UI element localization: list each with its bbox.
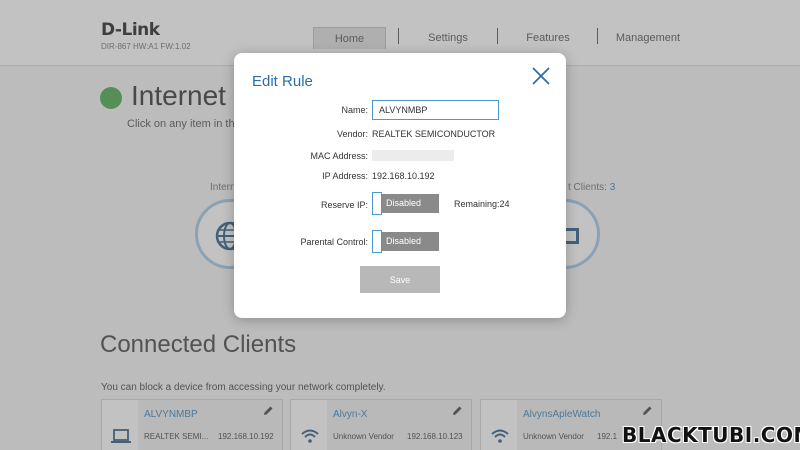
reserve-ip-toggle[interactable]: Disabled — [372, 192, 439, 215]
ip-label: IP Address: — [322, 171, 368, 181]
site-watermark: BLACKTUBI.COM — [622, 423, 800, 447]
reserve-ip-label: Reserve IP: — [320, 200, 368, 210]
ip-value: 192.168.10.192 — [372, 171, 435, 181]
toggle-knob — [372, 192, 382, 215]
close-icon[interactable] — [530, 65, 552, 87]
remaining-count: Remaining:24 — [454, 199, 510, 209]
dialog-title: Edit Rule — [252, 73, 313, 90]
parental-control-toggle[interactable]: Disabled — [372, 230, 439, 253]
name-label: Name: — [341, 105, 368, 115]
mac-address-redacted — [372, 150, 454, 161]
name-field[interactable] — [372, 100, 499, 120]
edit-rule-dialog: Edit Rule Name: Vendor: REALTEK SEMICOND… — [234, 53, 566, 318]
parental-control-label: Parental Control: — [300, 237, 368, 247]
save-button[interactable]: Save — [360, 266, 440, 293]
mac-label: MAC Address: — [310, 151, 368, 161]
vendor-value: REALTEK SEMICONDUCTOR — [372, 129, 496, 139]
vendor-label: Vendor: — [336, 129, 368, 139]
toggle-state-text: Disabled — [382, 194, 439, 213]
toggle-state-text: Disabled — [382, 232, 439, 251]
toggle-knob — [372, 230, 382, 253]
